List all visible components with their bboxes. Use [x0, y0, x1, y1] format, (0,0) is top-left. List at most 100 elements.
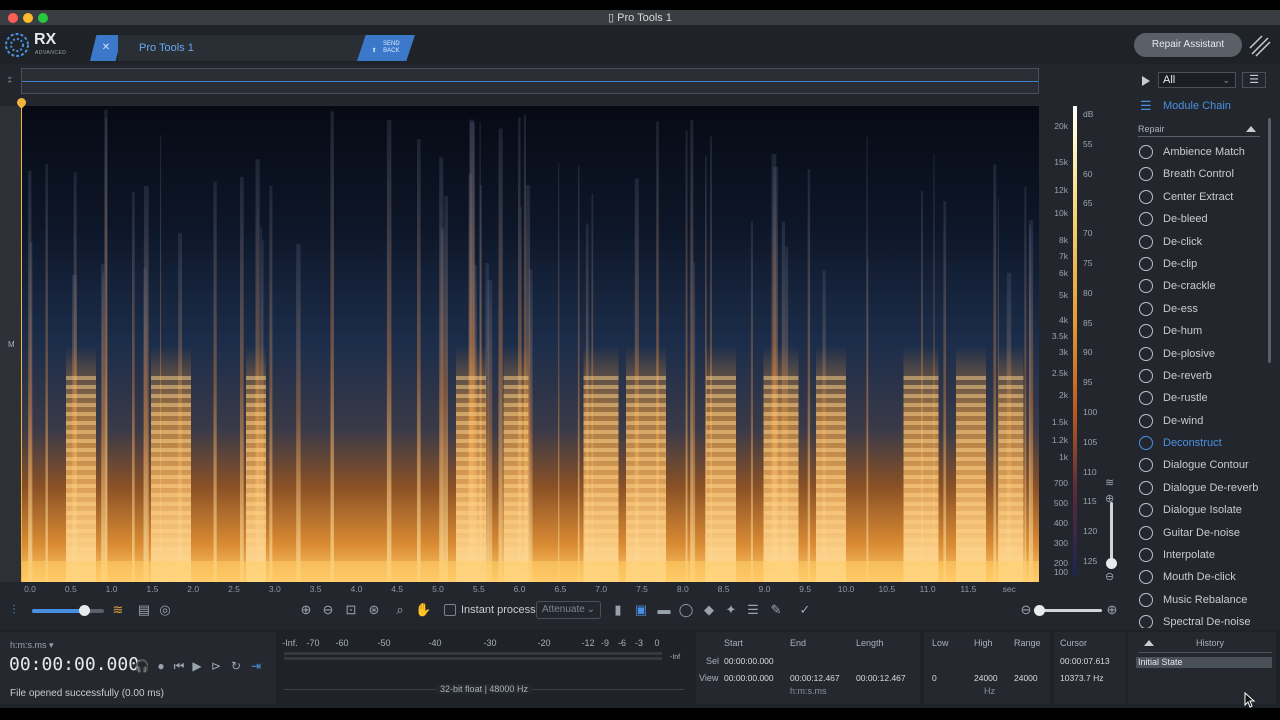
view-row-label: View: [699, 673, 719, 683]
module-item-guitar-de-noise[interactable]: Guitar De-noise: [1138, 523, 1266, 545]
module-item-dialogue-de-reverb[interactable]: Dialogue De-reverb: [1138, 478, 1266, 500]
zoom-tool-icon[interactable]: ⌕: [392, 602, 408, 618]
low-header: Low: [932, 638, 949, 648]
vertical-zoom-knob[interactable]: [1106, 558, 1117, 569]
module-item-de-hum[interactable]: De-hum: [1138, 321, 1266, 343]
module-item-breath-control[interactable]: Breath Control: [1138, 164, 1266, 186]
module-item-de-click[interactable]: De-click: [1138, 232, 1266, 254]
play-selection-icon[interactable]: ⊳: [208, 658, 224, 674]
lasso-icon[interactable]: ◯: [678, 602, 694, 618]
file-tab[interactable]: Pro Tools 1: [118, 35, 366, 61]
collapse-overview-icon[interactable]: ⌄ ⌃: [6, 72, 18, 90]
module-item-dialogue-contour[interactable]: Dialogue Contour: [1138, 455, 1266, 477]
playhead[interactable]: [21, 100, 22, 582]
spectrogram-opacity-slider[interactable]: [32, 605, 104, 616]
module-item-interpolate[interactable]: Interpolate: [1138, 545, 1266, 567]
record-icon[interactable]: ●: [153, 658, 169, 674]
module-item-de-crackle[interactable]: De-crackle: [1138, 276, 1266, 298]
low-freq-field[interactable]: 0: [932, 673, 937, 683]
time-format-selector[interactable]: h:m:s.ms ▾: [10, 640, 54, 651]
module-label: Music Rebalance: [1163, 593, 1248, 606]
harmonic-selection-icon[interactable]: ☰: [745, 602, 761, 618]
waveform-toggle-icon[interactable]: ≋: [1105, 476, 1114, 489]
zoom-in-icon[interactable]: ⊕: [298, 602, 314, 618]
freq-tick-label: 3.5k: [1051, 331, 1068, 341]
waveform-view-icon[interactable]: ⫶: [6, 602, 22, 618]
time-tick-label: 3.5: [309, 584, 322, 594]
frequency-selection-icon[interactable]: ▬: [656, 602, 672, 618]
module-item-de-wind[interactable]: De-wind: [1138, 411, 1266, 433]
range-freq-field[interactable]: 24000: [1014, 673, 1038, 683]
high-freq-field[interactable]: 24000: [974, 673, 998, 683]
comment-icon[interactable]: ◎: [157, 602, 173, 618]
spectral-transient: [240, 176, 244, 582]
module-item-center-extract[interactable]: Center Extract: [1138, 187, 1266, 209]
spectral-transient: [1029, 224, 1031, 582]
spectrogram-view-icon[interactable]: ≋: [110, 602, 126, 618]
magic-wand-icon[interactable]: ✦: [723, 602, 739, 618]
time-tick-label: 0.5: [64, 584, 77, 594]
preview-play-icon[interactable]: [1142, 76, 1150, 86]
freq-tick-label: 5k: [1059, 290, 1068, 300]
module-item-ambience-match[interactable]: Ambience Match: [1138, 142, 1266, 164]
connect-plugin-icon[interactable]: [1248, 34, 1274, 58]
hand-tool-icon[interactable]: ✋: [415, 602, 431, 618]
freq-tick-label: 400: [1053, 518, 1068, 528]
rewind-icon[interactable]: ⏮: [171, 658, 187, 674]
module-list-scrollbar[interactable]: [1268, 118, 1271, 363]
module-item-deconstruct[interactable]: Deconstruct: [1138, 433, 1266, 455]
follow-playhead-icon[interactable]: ⇥: [248, 658, 264, 674]
play-icon[interactable]: ▶: [189, 658, 205, 674]
view-end-field[interactable]: 00:00:12.467: [790, 673, 840, 683]
brush-icon[interactable]: ◆: [701, 602, 717, 618]
instant-process-checkbox[interactable]: [444, 604, 456, 616]
module-item-mouth-de-click[interactable]: Mouth De-click: [1138, 567, 1266, 589]
spectrogram-settings-icon[interactable]: ▤: [136, 602, 152, 618]
module-label: Center Extract: [1163, 190, 1234, 203]
freq-tick-label: 500: [1053, 498, 1068, 508]
time-tick-label: 3.0: [268, 584, 281, 594]
module-menu-icon[interactable]: ☰: [1242, 72, 1266, 88]
waveform-overview[interactable]: [21, 68, 1039, 94]
zoom-out-icon[interactable]: ⊖: [320, 602, 336, 618]
time-selection-icon[interactable]: ▮: [610, 602, 626, 618]
frequency-unit: Hz: [984, 686, 995, 696]
rx-app: RX ADVANCED ✕ Pro Tools 1 ⬆ SEND BACK Re…: [0, 26, 1280, 708]
view-length-field[interactable]: 00:00:12.467: [856, 673, 906, 683]
module-item-de-clip[interactable]: De-clip: [1138, 254, 1266, 276]
module-item-de-reverb[interactable]: De-reverb: [1138, 366, 1266, 388]
module-item-de-rustle[interactable]: De-rustle: [1138, 388, 1266, 410]
module-item-spectral-de-noise[interactable]: Spectral De-noise: [1138, 612, 1266, 628]
headphones-icon[interactable]: 🎧: [134, 658, 150, 674]
module-item-music-rebalance[interactable]: Music Rebalance: [1138, 590, 1266, 612]
eraser-icon[interactable]: ✎: [768, 602, 784, 618]
repair-assistant-button[interactable]: Repair Assistant: [1134, 33, 1242, 57]
attenuate-dropdown[interactable]: Attenuate ⌄: [536, 601, 601, 619]
module-item-dialogue-isolate[interactable]: Dialogue Isolate: [1138, 500, 1266, 522]
sel-start-field[interactable]: 00:00:00.000: [724, 656, 774, 666]
send-back-button[interactable]: ⬆ SEND BACK: [357, 35, 415, 61]
spectrogram-display[interactable]: [21, 106, 1039, 582]
upload-arrow-icon: ⬆: [371, 48, 377, 54]
freq-tick-label: 3k: [1059, 347, 1068, 357]
horizontal-zoom-slider[interactable]: [1034, 605, 1102, 616]
module-item-de-bleed[interactable]: De-bleed: [1138, 209, 1266, 231]
zoom-in-horizontal-icon[interactable]: ⊕: [1104, 602, 1120, 618]
module-item-de-ess[interactable]: De-ess: [1138, 299, 1266, 321]
horizontal-zoom-knob[interactable]: [1034, 605, 1045, 616]
zoom-fit-icon[interactable]: ⊛: [366, 602, 382, 618]
repair-section-header[interactable]: Repair: [1138, 123, 1260, 137]
zoom-out-vertical-icon[interactable]: ⊖: [1105, 570, 1114, 583]
vertical-zoom-slider[interactable]: [1110, 502, 1113, 562]
view-start-field[interactable]: 00:00:00.000: [724, 673, 774, 683]
zoom-selection-icon[interactable]: ⊡: [343, 602, 359, 618]
history-item[interactable]: Initial State: [1136, 657, 1272, 668]
module-filter-select[interactable]: All ⌄: [1158, 72, 1236, 88]
opacity-knob[interactable]: [78, 605, 90, 616]
freq-tick-label: 1k: [1059, 452, 1068, 462]
find-similar-icon[interactable]: ✓: [797, 602, 813, 618]
loop-icon[interactable]: ↻: [228, 658, 244, 674]
time-frequency-selection-icon[interactable]: ▣: [633, 602, 649, 618]
zoom-out-horizontal-icon[interactable]: ⊖: [1018, 602, 1034, 618]
module-item-de-plosive[interactable]: De-plosive: [1138, 344, 1266, 366]
